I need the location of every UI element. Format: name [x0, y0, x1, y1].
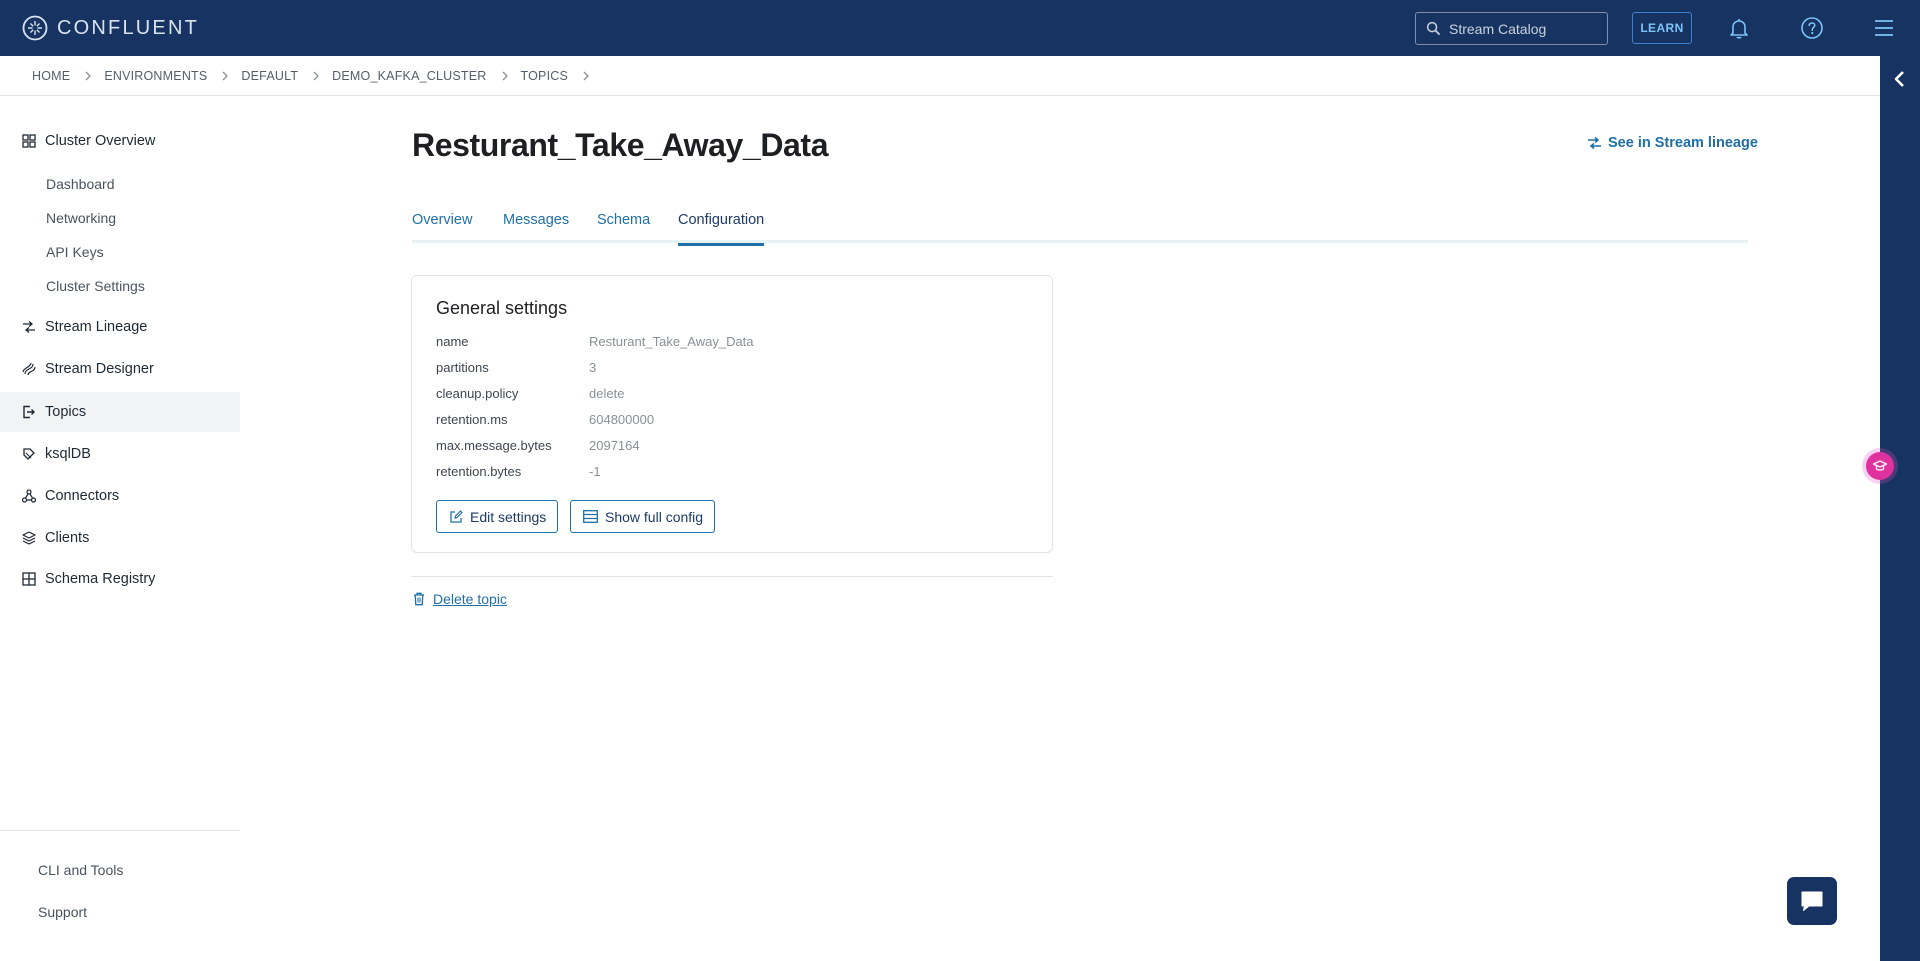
sidebar-footer-cli-tools[interactable]: CLI and Tools [38, 862, 123, 878]
sidebar-item-label: Stream Lineage [45, 319, 148, 335]
learning-assistant-button[interactable] [1862, 448, 1898, 484]
breadcrumb-cluster[interactable]: DEMO_KAFKA_CLUSTER [332, 69, 486, 83]
lineage-link-label: See in Stream lineage [1608, 135, 1758, 151]
sidebar: Cluster Overview Dashboard Networking AP… [0, 97, 240, 961]
confluent-logo[interactable]: CONFLUENT [22, 15, 199, 41]
sidebar-item-ksqldb[interactable]: ksqlDB [0, 434, 240, 474]
notifications-button[interactable] [1726, 15, 1752, 41]
ksqldb-icon [22, 447, 36, 461]
config-key: cleanup.policy [436, 386, 519, 401]
edit-settings-button[interactable]: Edit settings [436, 500, 559, 533]
sidebar-subitem-cluster-settings[interactable]: Cluster Settings [46, 278, 145, 294]
sidebar-item-label: Clients [45, 530, 90, 546]
chevron-right-icon [502, 71, 508, 80]
config-key: partitions [436, 360, 489, 375]
trash-icon [414, 592, 424, 606]
top-bar: CONFLUENT LEARN [0, 0, 1920, 56]
general-settings-card: General settings name Resturant_Take_Awa… [411, 275, 1053, 553]
sidebar-item-stream-lineage[interactable]: Stream Lineage [0, 307, 240, 347]
chevron-right-icon [85, 71, 92, 80]
breadcrumb-default[interactable]: DEFAULT [241, 69, 298, 83]
sidebar-item-schema-registry[interactable]: Schema Registry [0, 559, 240, 599]
brand-name: CONFLUENT [57, 16, 200, 39]
delete-topic-label: Delete topic [433, 591, 507, 607]
sidebar-item-label: ksqlDB [45, 446, 91, 462]
card-title: General settings [436, 298, 568, 318]
tab-messages[interactable]: Messages [503, 212, 569, 243]
list-icon [583, 510, 598, 523]
breadcrumb-topics[interactable]: TOPICS [521, 69, 569, 83]
stream-catalog-search[interactable] [1415, 12, 1608, 45]
page-title: Resturant_Take_Away_Data [412, 127, 829, 163]
search-icon [1426, 21, 1441, 36]
edit-icon [450, 509, 463, 523]
sidebar-item-label: Stream Designer [45, 361, 154, 377]
sidebar-footer-support[interactable]: Support [38, 904, 87, 920]
config-value: 604800000 [589, 412, 655, 427]
chat-icon [1801, 891, 1823, 911]
bell-icon [1730, 19, 1748, 39]
config-value: Resturant_Take_Away_Data [589, 334, 754, 349]
delete-topic-link[interactable]: Delete topic [413, 591, 507, 607]
lineage-icon [22, 320, 36, 334]
config-key: retention.bytes [436, 464, 522, 479]
chevron-right-icon [583, 71, 589, 80]
config-key: max.message.bytes [436, 438, 552, 453]
config-key: name [436, 334, 469, 349]
graduation-cap-icon [1866, 452, 1894, 480]
see-in-stream-lineage-link[interactable]: See in Stream lineage [1587, 135, 1758, 151]
sidebar-item-connectors[interactable]: Connectors [0, 476, 240, 516]
sidebar-subitem-dashboard[interactable]: Dashboard [46, 176, 115, 192]
grid-icon [22, 134, 36, 148]
chat-support-button[interactable] [1787, 877, 1837, 925]
sidebar-item-cluster-overview[interactable]: Cluster Overview [0, 121, 240, 161]
help-button[interactable] [1799, 15, 1825, 41]
sidebar-item-label: Topics [45, 404, 87, 420]
config-value: 2097164 [589, 438, 640, 453]
schema-registry-icon [22, 572, 36, 586]
edit-settings-label: Edit settings [470, 508, 547, 525]
hamburger-menu-icon [1875, 20, 1893, 36]
topics-icon [22, 405, 36, 419]
config-value: delete [589, 386, 625, 401]
sidebar-item-label: Cluster Overview [45, 133, 156, 149]
confluent-logo-icon [22, 15, 48, 41]
sidebar-item-stream-designer[interactable]: Stream Designer [0, 349, 240, 389]
tab-schema[interactable]: Schema [597, 212, 650, 243]
stream-designer-icon [22, 362, 36, 376]
breadcrumb-environments[interactable]: ENVIRONMENTS [104, 69, 207, 83]
tab-configuration[interactable]: Configuration [678, 212, 765, 246]
sidebar-item-clients[interactable]: Clients [0, 518, 240, 558]
main-menu-button[interactable] [1871, 15, 1897, 41]
layers-icon [22, 531, 36, 545]
show-full-config-button[interactable]: Show full config [570, 500, 716, 533]
breadcrumb-home[interactable]: HOME [32, 69, 70, 83]
connectors-icon [22, 489, 36, 503]
chevron-left-icon[interactable] [1891, 70, 1909, 88]
config-key: retention.ms [436, 412, 508, 427]
sidebar-divider [0, 830, 240, 831]
show-full-config-label: Show full config [605, 508, 704, 525]
divider [411, 576, 1053, 577]
chevron-right-icon [222, 71, 229, 80]
search-input[interactable] [1449, 20, 1599, 37]
sidebar-item-label: Connectors [45, 488, 120, 504]
chevron-right-icon [313, 71, 320, 80]
sidebar-item-topics[interactable]: Topics [0, 392, 240, 432]
config-value: -1 [589, 464, 601, 479]
lineage-icon [1588, 136, 1601, 150]
sidebar-subitem-networking[interactable]: Networking [46, 210, 116, 226]
help-icon [1801, 17, 1823, 39]
learn-button[interactable]: LEARN [1632, 12, 1692, 44]
sidebar-item-label: Schema Registry [45, 571, 156, 587]
sidebar-subitem-api-keys[interactable]: API Keys [46, 244, 104, 260]
topic-tabs: Overview Messages Schema Configuration [412, 210, 1748, 246]
breadcrumb: HOME ENVIRONMENTS DEFAULT DEMO_KAFKA_CLU… [0, 56, 1880, 96]
config-value: 3 [589, 360, 597, 375]
right-panel-rail [1880, 56, 1920, 961]
tab-overview[interactable]: Overview [412, 212, 472, 243]
